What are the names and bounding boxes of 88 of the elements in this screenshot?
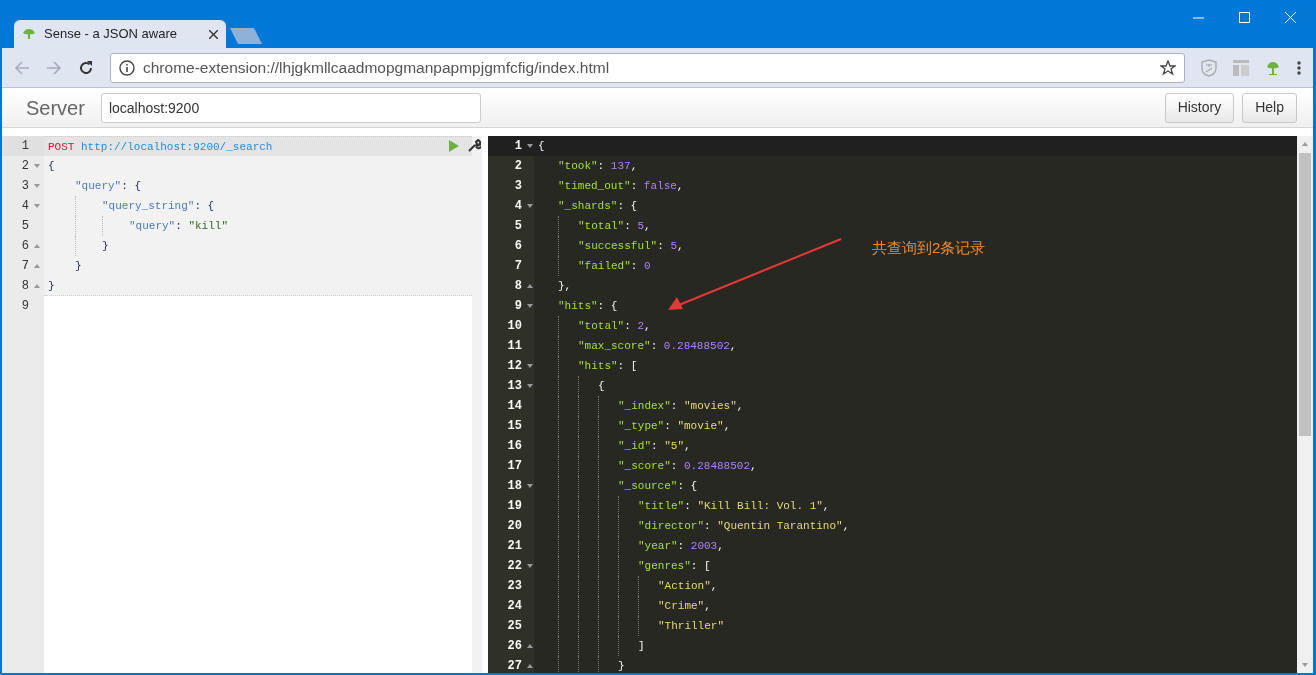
star-icon[interactable] [1160,59,1176,76]
code-line: "Action", [534,576,1297,596]
fold-icon[interactable] [527,664,533,668]
code-line: "director": "Quentin Tarantino", [534,516,1297,536]
fold-icon[interactable] [527,564,533,568]
line-number: 21 [506,538,522,555]
line-number: 1 [513,138,522,155]
code-line: "hits": { [557,299,619,314]
line-number: 22 [506,558,522,575]
code-line: "failed": 0 [534,256,1297,276]
app-button[interactable]: History [1164,92,1235,123]
fold-icon[interactable] [527,304,533,308]
code-line: "_id": "5", [534,436,1297,456]
fold-icon[interactable] [527,204,533,208]
code-line: "_shards": { [557,199,639,214]
fold-icon[interactable] [527,284,533,288]
line-number: 8 [513,278,522,295]
line-number: 23 [506,578,522,595]
maximize-icon[interactable] [1238,11,1250,23]
code-line: { [534,376,1297,396]
code-line: "_score": 0.28488502, [534,456,1297,476]
line-number: 8 [20,278,29,295]
code-line: "_source": { [534,476,1297,496]
line-number: 12 [506,358,522,375]
line-number: 5 [20,218,29,235]
line-number: 6 [20,238,29,255]
fold-icon[interactable] [527,144,533,148]
server-label: Server [26,95,85,121]
code-line: }, [557,279,573,294]
code-line: "Thriller" [534,616,1297,636]
line-number: 24 [506,598,522,615]
line-number: 4 [20,198,29,215]
code-line: "max_score": 0.28488502, [534,336,1297,356]
app-button[interactable]: Help [1242,92,1297,123]
line-number: 9 [20,298,29,315]
line-number: 1 [20,138,29,155]
line-number: 27 [506,658,522,673]
info-icon[interactable] [119,59,135,76]
line-number: 17 [506,458,522,475]
line-number: 16 [506,438,522,455]
line-number: 7 [513,258,522,275]
code-line: "took": 137, [557,159,639,174]
line-number: 25 [506,618,522,635]
code-line: "_index": "movies", [534,396,1297,416]
line-number: 3 [20,178,29,195]
line-number: 15 [506,418,522,435]
code-line: "total": 2, [534,316,1297,336]
line-number: 19 [506,498,522,515]
annotation-text: 共查询到2条记录 [872,238,986,258]
line-number: 20 [506,518,522,535]
close-icon[interactable] [209,29,218,39]
line-number: 5 [513,218,522,235]
line-number: 26 [506,638,522,655]
fold-icon[interactable] [527,364,533,368]
reload-icon[interactable] [78,59,94,76]
server-field[interactable]: localhost:9200 [100,92,481,123]
line-number: 3 [513,178,522,195]
code-line: { [537,139,546,154]
line-number: 9 [513,298,522,315]
tree-icon [22,28,36,40]
wrench-icon[interactable] [468,139,481,152]
code-line: "total": 5, [534,216,1297,236]
browser-tab[interactable]: Sense - a JSON aware [14,20,226,48]
code-line: "title": "Kill Bill: Vol. 1", [534,496,1297,516]
menu-icon[interactable] [1297,59,1301,76]
fold-icon[interactable] [527,384,533,388]
code-line: "year": 2003, [534,536,1297,556]
code-line: "timed_out": false, [557,179,685,194]
line-number: 10 [506,318,522,335]
line-number: 13 [506,378,522,395]
line-number: 6 [513,238,522,255]
code-line: ] [534,636,1297,656]
line-number: 7 [20,258,29,275]
fold-icon[interactable] [527,484,533,488]
address-bar[interactable]: chrome-extension://lhjgkmllcaadmopgmanpapmpjgmfcfig/index.html [110,52,1185,83]
code-line: } [534,656,1297,673]
fold-icon[interactable] [527,644,533,648]
line-number: 2 [20,158,29,175]
line-number: 14 [506,398,522,415]
line-number: 2 [513,158,522,175]
code-line: "hits": [ [534,356,1297,376]
code-line: "genres": [ [534,556,1297,576]
line-number: 11 [506,338,522,355]
code-line: "_type": "movie", [534,416,1297,436]
code-line: "Crime", [534,596,1297,616]
url-text: chrome-extension://lhjgkmllcaadmopgmanpapmpjgmfcfig/index.html [143,57,611,78]
line-number: 18 [506,478,522,495]
line-number: 4 [513,198,522,215]
